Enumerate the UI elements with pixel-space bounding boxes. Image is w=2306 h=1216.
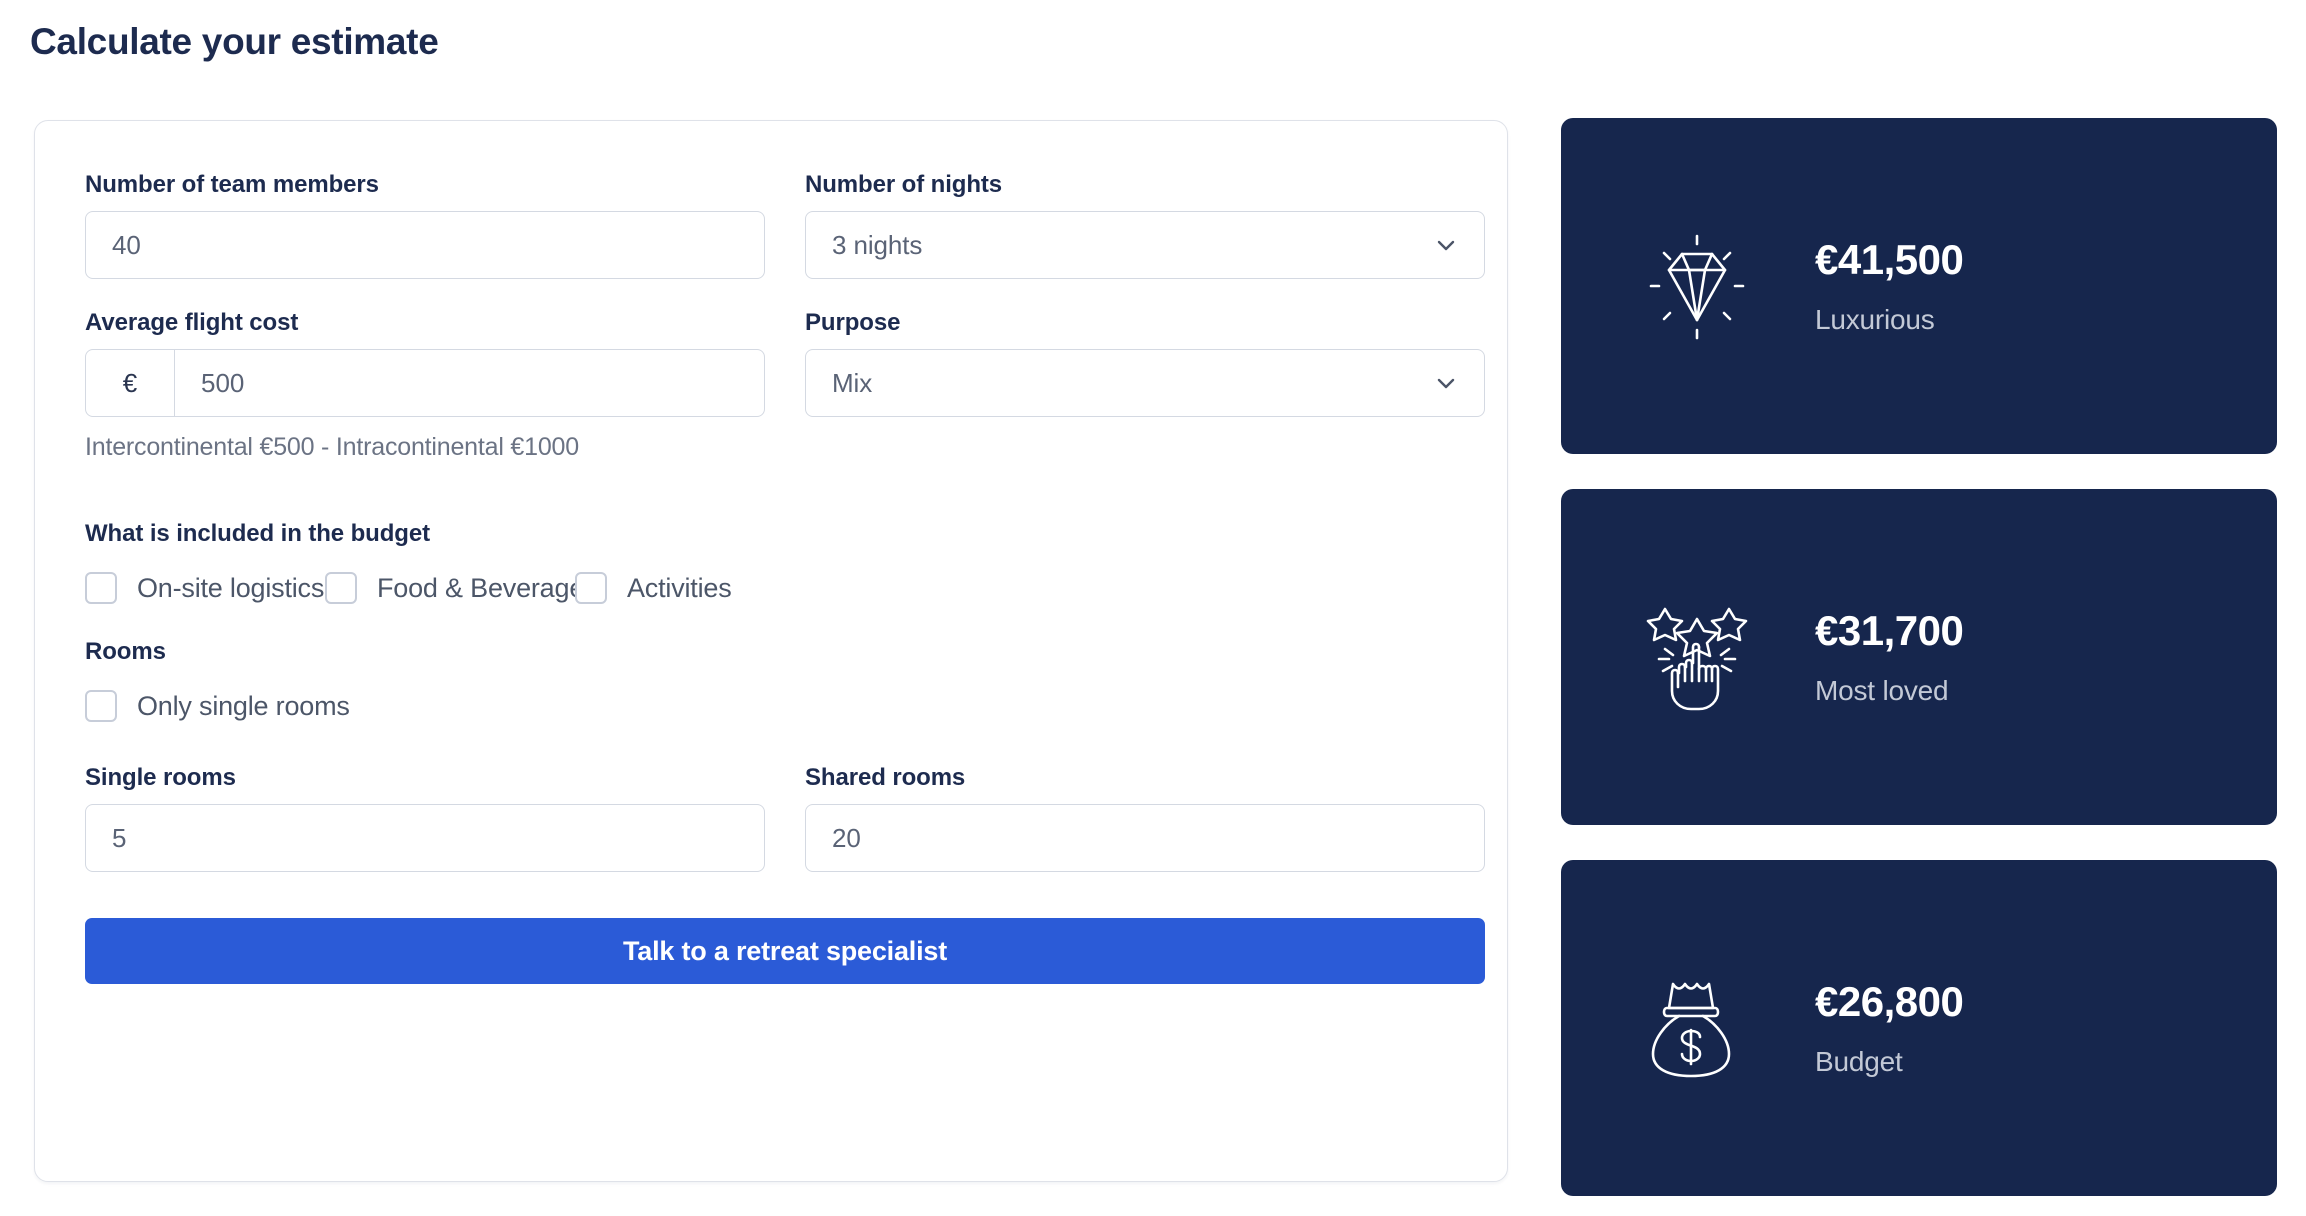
result-amount: €41,500 [1815,236,1964,283]
result-text: €41,500 Luxurious [1815,236,1964,336]
flight-cost-input-group: € 500 [85,349,765,417]
rooms-section: Rooms Only single rooms [85,638,1459,722]
checkbox-onsite-logistics[interactable]: On-site logistics [85,572,325,604]
checkbox-activities[interactable]: Activities [575,572,732,604]
flight-cost-helper-text: Intercontinental €500 - Intracontinental… [85,433,579,461]
field-nights: Number of nights 3 nights [805,171,1485,279]
result-card-budget: €26,800 Budget [1561,860,2277,1196]
checkbox-label: On-site logistics [137,572,325,603]
checkbox-label: Food & Beverage [377,572,585,603]
field-purpose: Purpose Mix [805,309,1485,462]
currency-prefix: € [86,350,175,416]
talk-to-specialist-button[interactable]: Talk to a retreat specialist [85,918,1485,984]
chevron-down-icon [1434,371,1458,395]
diamond-icon [1633,222,1761,350]
shared-rooms-label: Shared rooms [805,764,966,791]
purpose-label: Purpose [805,309,901,336]
estimate-calculator-page: Calculate your estimate Number of team m… [0,0,2306,1216]
nights-label: Number of nights [805,171,1003,198]
form-row-2: Average flight cost € 500 Intercontinent… [85,309,1485,462]
budget-section-title: What is included in the budget [85,520,430,547]
estimate-results: €41,500 Luxurious €31,700 Most loved €26… [1561,118,2277,1196]
money-bag-icon [1633,964,1761,1092]
flight-cost-input[interactable]: 500 [175,350,764,416]
nights-select-value: 3 nights [832,229,923,260]
result-tier: Most loved [1815,675,1949,706]
chevron-down-icon [1434,233,1458,257]
result-tier: Budget [1815,1046,1903,1077]
checkbox-box-icon[interactable] [325,572,357,604]
single-rooms-label: Single rooms [85,764,236,791]
form-inner: Number of team members 40 Number of nigh… [85,171,1485,1141]
estimate-form-card: Number of team members 40 Number of nigh… [34,120,1508,1182]
shared-rooms-input[interactable]: 20 [805,804,1485,872]
submit-row: Talk to a retreat specialist [85,918,1485,984]
result-text: €31,700 Most loved [1815,607,1964,707]
single-rooms-input[interactable]: 5 [85,804,765,872]
purpose-select-value: Mix [832,367,873,398]
result-card-luxurious: €41,500 Luxurious [1561,118,2277,454]
purpose-select[interactable]: Mix [805,349,1485,417]
result-tier: Luxurious [1815,304,1935,335]
field-flight-cost: Average flight cost € 500 Intercontinent… [85,309,765,462]
rooms-section-title: Rooms [85,638,166,665]
rooms-options-row: Only single rooms [85,690,1459,722]
hand-pointing-stars-icon [1633,593,1761,721]
checkbox-box-icon[interactable] [575,572,607,604]
checkbox-label: Only single rooms [137,690,350,721]
field-shared-rooms: Shared rooms 20 [805,764,1485,872]
flight-cost-label: Average flight cost [85,309,299,336]
team-members-input[interactable]: 40 [85,211,765,279]
checkbox-box-icon[interactable] [85,690,117,722]
form-row-1: Number of team members 40 Number of nigh… [85,171,1485,279]
result-amount: €31,700 [1815,607,1964,654]
result-card-most-loved: €31,700 Most loved [1561,489,2277,825]
checkbox-food-beverage[interactable]: Food & Beverage [325,572,584,604]
checkbox-box-icon[interactable] [85,572,117,604]
form-row-3: Single rooms 5 Shared rooms 20 [85,764,1485,872]
field-team-members: Number of team members 40 [85,171,765,279]
budget-options-row: On-site logistics Food & Beverage Activi… [85,572,1459,604]
budget-section: What is included in the budget On-site l… [85,520,1459,604]
nights-select[interactable]: 3 nights [805,211,1485,279]
result-text: €26,800 Budget [1815,978,1964,1078]
checkbox-label: Activities [627,572,732,603]
team-members-label: Number of team members [85,171,379,198]
result-amount: €26,800 [1815,978,1964,1025]
field-single-rooms: Single rooms 5 [85,764,765,872]
page-title: Calculate your estimate [30,21,439,62]
checkbox-only-single-rooms[interactable]: Only single rooms [85,690,350,722]
